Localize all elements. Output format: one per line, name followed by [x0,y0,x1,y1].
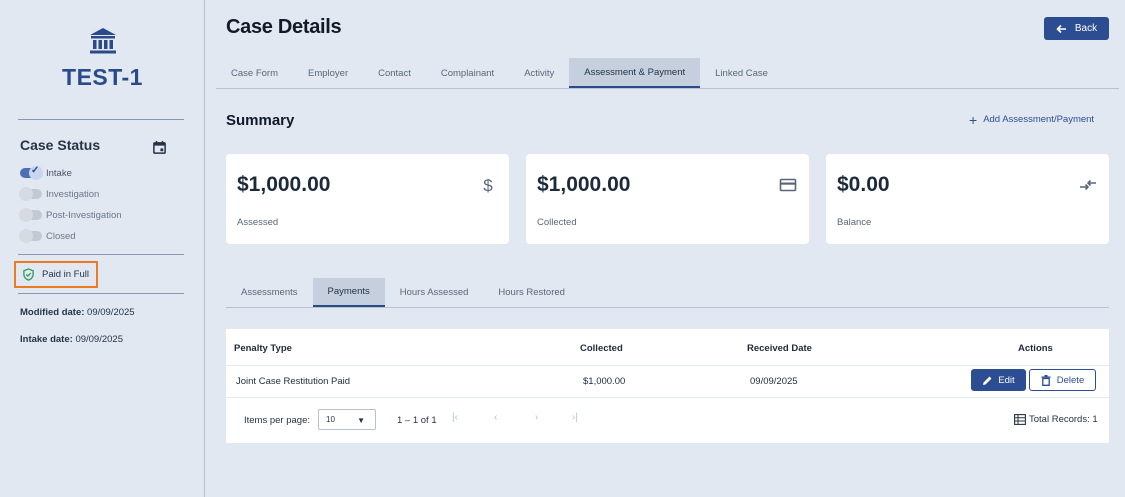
edit-button[interactable]: Edit [971,369,1026,391]
divider [226,397,1109,398]
credit-card-icon [779,178,797,192]
status-label: Post-Investigation [46,209,122,221]
bank-icon [89,28,116,54]
divider [18,254,184,255]
page-range: 1 – 1 of 1 [397,415,437,426]
status-label: Investigation [46,188,100,200]
intake-date: Intake date: 09/09/2025 [20,334,123,345]
plus-icon: + [969,111,978,128]
balance-card: $0.00 Balance [826,154,1109,244]
collected-card: $1,000.00 Collected [526,154,809,244]
trash-icon [1041,374,1051,386]
shield-check-icon [23,268,34,281]
divider [18,119,184,120]
back-button[interactable]: Back [1044,17,1109,40]
tab-case-form[interactable]: Case Form [216,58,293,88]
col-actions: Actions [1018,343,1053,354]
tab-hours-restored[interactable]: Hours Restored [483,278,580,307]
add-assessment-payment-button[interactable]: + Add Assessment/Payment [969,111,1095,128]
main-tabs: Case Form Employer Contact Complainant A… [216,58,1119,89]
divider [226,365,1109,366]
tab-employer[interactable]: Employer [293,58,363,88]
status-closed[interactable]: Closed [19,228,76,244]
divider [18,293,184,294]
modified-date-label: Modified date: [20,307,85,318]
total-records: Total Records: 1 [1014,414,1098,425]
tab-hours-assessed[interactable]: Hours Assessed [385,278,484,307]
paid-in-full-badge: Paid in Full [14,261,98,288]
status-label: Intake [46,167,72,179]
payments-table: Penalty Type Collected Received Date Act… [226,329,1109,443]
table-icon [1014,414,1026,425]
page-title: Case Details [226,16,342,38]
tab-assessments[interactable]: Assessments [226,278,313,307]
col-penalty-type[interactable]: Penalty Type [234,343,292,354]
caret-down-icon: ▼ [357,416,365,425]
arrow-left-icon [1056,24,1066,33]
modified-date: Modified date: 09/09/2025 [20,307,135,318]
toggle-switch[interactable] [19,208,42,222]
assessed-amount: $1,000.00 [237,173,331,196]
intake-date-value: 09/09/2025 [75,334,123,345]
assessed-label: Assessed [237,217,279,228]
paid-label: Paid in Full [42,269,89,280]
case-id-title: TEST-1 [62,64,143,90]
tab-activity[interactable]: Activity [509,58,569,88]
status-label: Closed [46,230,76,242]
items-per-page-select[interactable]: 10 ▼ [318,409,376,430]
col-collected[interactable]: Collected [580,343,623,354]
sidebar: TEST-1 Case Status Intake Investigation … [0,0,205,497]
last-page-icon[interactable]: ›| [572,412,578,423]
balance-amount: $0.00 [837,173,890,196]
collected-label: Collected [537,217,577,228]
payment-sub-tabs: Assessments Payments Hours Assessed Hour… [226,278,1109,308]
back-label: Back [1074,23,1098,34]
balance-label: Balance [837,217,872,228]
assessed-card: $1,000.00 Assessed $ [226,154,509,244]
per-page-value: 10 [326,415,335,424]
col-received-date[interactable]: Received Date [747,343,812,354]
total-records-label: Total Records: 1 [1029,414,1098,425]
status-intake[interactable]: Intake [20,165,72,181]
tab-contact[interactable]: Contact [363,58,426,88]
calendar-icon[interactable] [152,140,167,155]
edit-label: Edit [998,374,1015,386]
toggle-switch[interactable] [19,187,42,201]
tab-payments[interactable]: Payments [312,278,385,307]
pencil-icon [983,376,992,385]
delete-label: Delete [1056,374,1085,386]
tab-linked-case[interactable]: Linked Case [700,58,783,88]
toggle-switch[interactable] [19,229,42,243]
compare-arrows-icon [1080,179,1096,191]
cell-penalty-type: Joint Case Restitution Paid [236,376,351,387]
add-label: Add Assessment/Payment [983,114,1095,125]
modified-date-value: 09/09/2025 [87,307,135,318]
tab-assessment-payment[interactable]: Assessment & Payment [569,58,701,88]
first-page-icon[interactable]: |‹ [452,412,458,423]
prev-page-icon[interactable]: ‹ [494,412,497,423]
next-page-icon[interactable]: › [535,412,538,423]
status-investigation[interactable]: Investigation [19,186,100,202]
status-post-investigation[interactable]: Post-Investigation [19,207,122,223]
intake-date-label: Intake date: [20,334,73,345]
case-status-heading: Case Status [20,137,101,153]
items-per-page-label: Items per page: [244,415,311,426]
toggle-switch[interactable] [20,165,43,180]
cell-collected: $1,000.00 [583,376,626,387]
tab-complainant[interactable]: Complainant [426,58,509,88]
delete-button[interactable]: Delete [1029,369,1096,391]
dollar-icon: $ [483,176,493,195]
collected-amount: $1,000.00 [537,173,631,196]
logo [0,26,205,61]
cell-received-date: 09/09/2025 [750,376,798,387]
summary-heading: Summary [226,112,295,129]
